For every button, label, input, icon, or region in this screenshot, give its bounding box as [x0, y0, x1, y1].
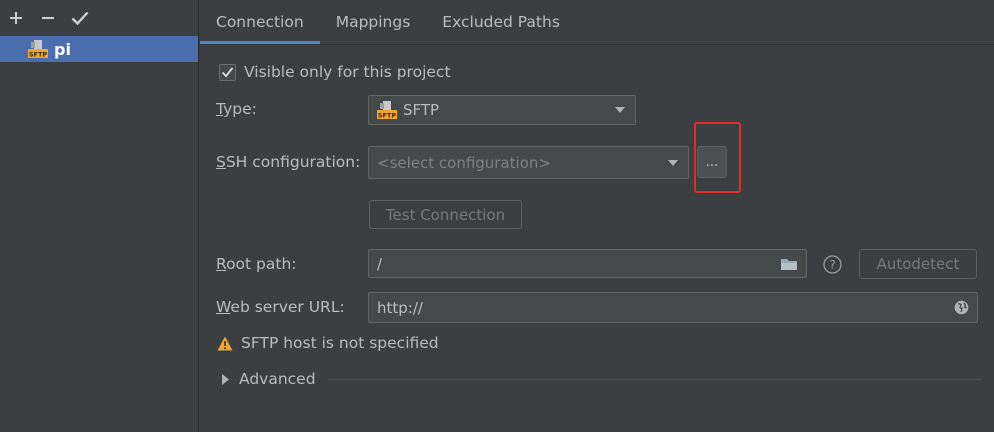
web-url-input[interactable]: http://	[368, 292, 978, 323]
warning-row: SFTP host is not specified	[217, 334, 439, 352]
svg-text:SFTP: SFTP	[29, 51, 48, 59]
tab-mappings[interactable]: Mappings	[320, 0, 427, 44]
root-path-label: Root path:	[216, 255, 297, 273]
advanced-divider	[327, 378, 982, 380]
visible-only-label: Visible only for this project	[244, 63, 451, 81]
advanced-label: Advanced	[239, 370, 316, 388]
chevron-down-icon	[668, 159, 678, 166]
ssh-config-label: SSH configuration:	[216, 153, 361, 171]
help-icon[interactable]: ?	[823, 255, 842, 278]
connection-panel: Connection Mappings Excluded Paths Visib…	[200, 0, 994, 432]
tab-connection[interactable]: Connection	[200, 0, 320, 44]
root-path-value: /	[377, 254, 383, 273]
svg-text:SFTP: SFTP	[378, 112, 397, 120]
ssh-config-dropdown[interactable]: <select configuration>	[368, 146, 689, 179]
globe-icon[interactable]	[954, 300, 969, 319]
root-path-input[interactable]: /	[368, 249, 807, 278]
visible-only-row: Visible only for this project	[219, 63, 451, 81]
remove-server-button[interactable]	[37, 7, 59, 29]
check-icon	[71, 11, 89, 25]
checkmark-icon	[221, 66, 234, 77]
plus-icon	[10, 12, 22, 24]
advanced-section[interactable]: Advanced	[222, 370, 982, 388]
sftp-icon: SFTP	[28, 39, 48, 59]
web-url-value: http://	[377, 298, 423, 317]
visible-only-checkbox[interactable]	[219, 63, 236, 81]
server-toolbar	[0, 0, 198, 36]
sftp-type-icon: SFTP	[377, 100, 397, 120]
server-item-pi[interactable]: SFTP pi	[0, 36, 198, 62]
server-name: pi	[54, 39, 71, 59]
autodetect-button[interactable]: Autodetect	[859, 249, 977, 279]
folder-icon[interactable]	[780, 256, 798, 276]
tab-excluded-paths[interactable]: Excluded Paths	[426, 0, 576, 44]
apply-button[interactable]	[69, 7, 91, 29]
server-list-panel: SFTP pi	[0, 0, 199, 432]
web-url-label: Web server URL:	[216, 298, 345, 316]
test-connection-button[interactable]: Test Connection	[369, 200, 522, 229]
minus-icon	[42, 17, 54, 19]
svg-text:?: ?	[829, 258, 835, 272]
tab-bar: Connection Mappings Excluded Paths	[200, 0, 994, 45]
warning-icon	[217, 336, 233, 350]
chevron-down-icon	[615, 107, 625, 113]
warning-text: SFTP host is not specified	[241, 334, 439, 352]
add-server-button[interactable]	[5, 7, 27, 29]
chevron-right-icon	[222, 373, 229, 385]
type-value: SFTP	[403, 101, 440, 119]
type-dropdown[interactable]: SFTP SFTP	[368, 95, 636, 125]
ssh-config-placeholder: <select configuration>	[377, 153, 551, 172]
ssh-config-more-button[interactable]: ...	[697, 146, 727, 178]
type-label: Type:	[216, 100, 257, 118]
